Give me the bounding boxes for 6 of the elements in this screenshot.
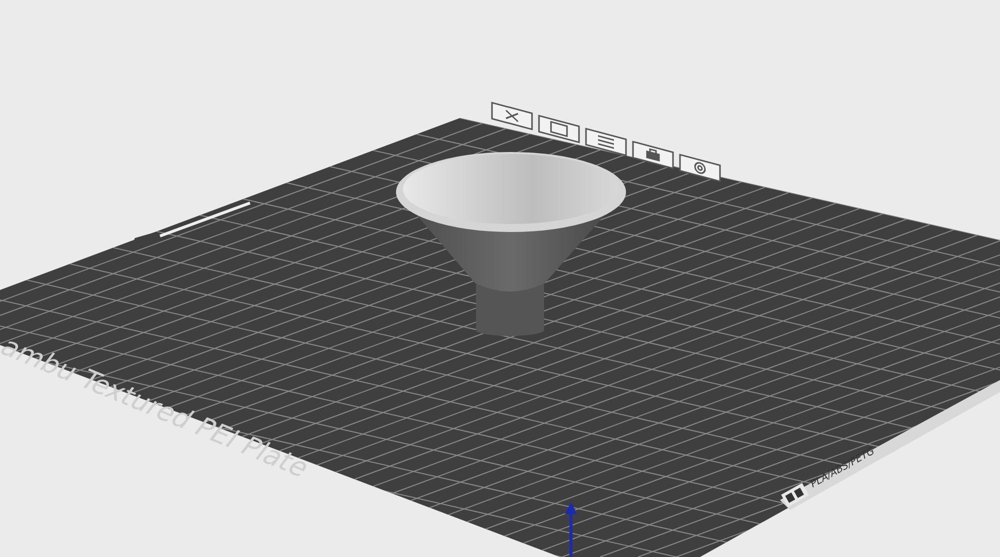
image-icon[interactable] [538, 114, 580, 144]
plate-logo-icon [781, 483, 809, 507]
close-icon[interactable] [491, 102, 533, 130]
settings-icon[interactable] [679, 154, 721, 182]
axis-arrow [565, 502, 577, 557]
list-icon[interactable] [585, 128, 627, 156]
